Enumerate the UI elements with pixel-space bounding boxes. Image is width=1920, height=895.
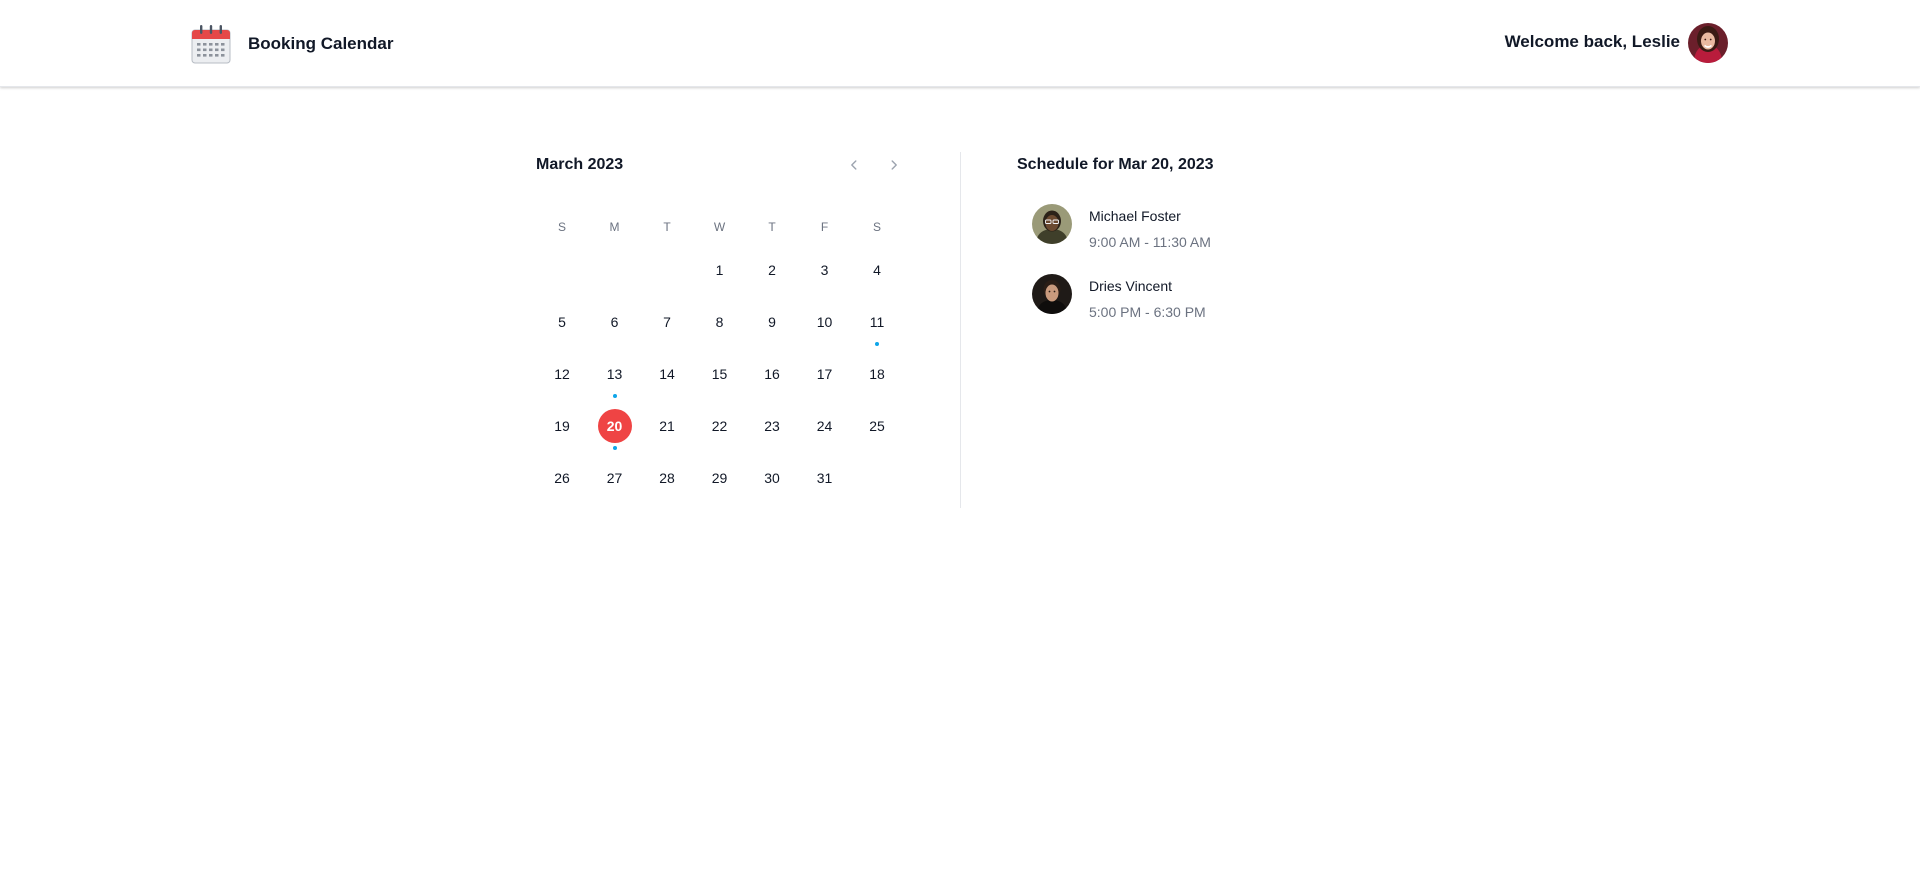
top-navbar: Booking Calendar Welcome back, Leslie (0, 0, 1920, 87)
calendar-icon[interactable] (191, 24, 231, 64)
calendar-day[interactable]: 5 (545, 305, 579, 339)
calendar-day[interactable]: 11 (860, 305, 894, 339)
calendar-day-selected[interactable]: 20 (597, 408, 632, 443)
previous-month-button[interactable] (843, 154, 865, 176)
avatar (1032, 274, 1072, 314)
meeting-time: 5:00 PM - 6:30 PM (1089, 304, 1206, 320)
calendar-day[interactable]: 31 (808, 461, 842, 495)
meeting-item[interactable]: Dries Vincent 5:00 PM - 6:30 PM (1032, 274, 1292, 324)
calendar-day[interactable]: 8 (703, 305, 737, 339)
schedule-title: Schedule for Mar 20, 2023 (1017, 156, 1214, 173)
meeting-name: Michael Foster (1089, 208, 1181, 224)
calendar-day[interactable]: 29 (703, 461, 737, 495)
event-indicator-dot (612, 393, 617, 398)
chevron-right-icon (891, 160, 897, 170)
calendar-day[interactable]: 19 (545, 409, 579, 443)
avatar (1032, 204, 1072, 244)
calendar-day[interactable]: 3 (808, 253, 842, 287)
user-avatar[interactable] (1688, 23, 1728, 63)
calendar-day[interactable]: 27 (598, 461, 632, 495)
app-title: Booking Calendar (248, 34, 394, 53)
calendar-day[interactable]: 16 (755, 357, 789, 391)
weekday-label: W (713, 220, 726, 234)
calendar-day[interactable]: 4 (860, 253, 894, 287)
calendar-day[interactable]: 14 (650, 357, 684, 391)
next-month-button[interactable] (883, 154, 905, 176)
calendar-day[interactable]: 13 (598, 357, 632, 391)
calendar-day[interactable]: 12 (545, 357, 579, 391)
calendar-day[interactable]: 6 (598, 305, 632, 339)
calendar-day[interactable]: 26 (545, 461, 579, 495)
calendar-day[interactable]: 23 (755, 409, 789, 443)
calendar-day[interactable]: 21 (650, 409, 684, 443)
calendar-day[interactable]: 2 (755, 253, 789, 287)
weekday-label: M (609, 220, 620, 234)
welcome-text: Welcome back, Leslie (1504, 32, 1680, 51)
month-title: March 2023 (536, 156, 624, 173)
event-indicator-dot (612, 445, 617, 450)
weekday-label: F (820, 220, 829, 234)
weekday-label: T (768, 220, 776, 234)
calendar-day[interactable]: 15 (703, 357, 737, 391)
calendar-day[interactable]: 10 (808, 305, 842, 339)
weekday-label: S (557, 220, 566, 234)
calendar-day[interactable]: 22 (703, 409, 737, 443)
weekday-label: S (872, 220, 881, 234)
calendar-day[interactable]: 9 (755, 305, 789, 339)
meeting-item[interactable]: Michael Foster 9:00 AM - 11:30 AM (1032, 204, 1292, 254)
meeting-time: 9:00 AM - 11:30 AM (1089, 234, 1211, 250)
meeting-name: Dries Vincent (1089, 278, 1173, 294)
calendar-day[interactable]: 24 (808, 409, 842, 443)
calendar-day[interactable]: 17 (808, 357, 842, 391)
calendar-day[interactable]: 25 (860, 409, 894, 443)
calendar-day[interactable]: 18 (860, 357, 894, 391)
month-calendar: March 2023 S M T W T F S 1 2 3 4 5 6 7 8 9 10 11 12… (536, 150, 897, 520)
calendar-day[interactable]: 7 (650, 305, 684, 339)
weekday-label: T (663, 220, 671, 234)
event-indicator-dot (875, 341, 879, 346)
calendar-day[interactable]: 30 (755, 461, 789, 495)
panel-divider (960, 152, 961, 508)
calendar-day[interactable]: 1 (703, 253, 737, 287)
calendar-day[interactable]: 28 (650, 461, 684, 495)
chevron-left-icon (851, 160, 857, 170)
